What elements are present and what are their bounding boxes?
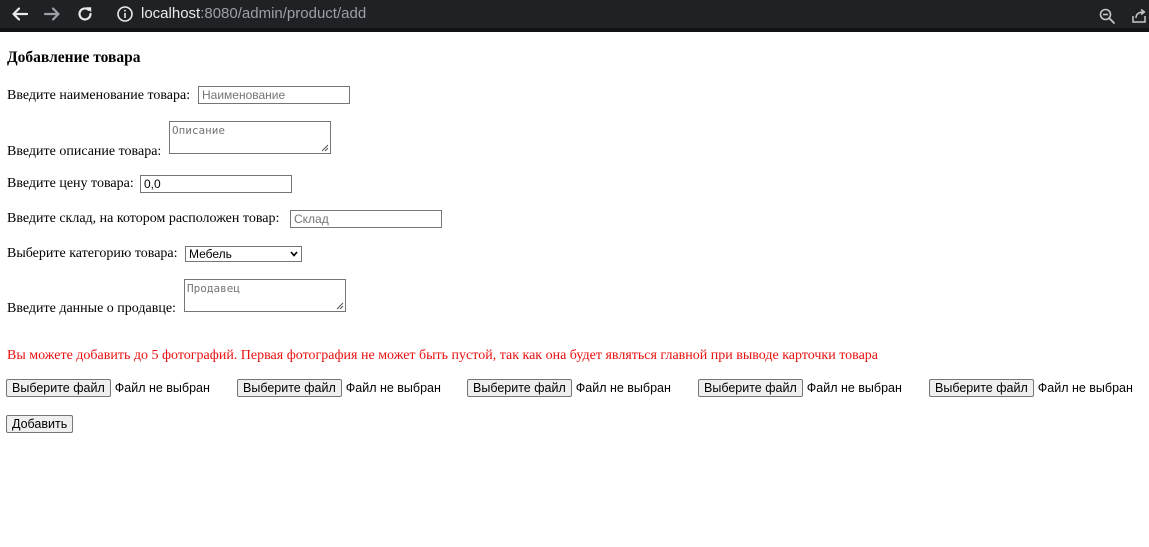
file-input-4[interactable]: Выберите файл Файл не выбран [698, 379, 902, 397]
category-label: Выберите категорию товара: [7, 246, 178, 261]
choose-file-button[interactable]: Выберите файл [237, 379, 342, 397]
warehouse-input[interactable] [290, 210, 442, 228]
price-label: Введите цену товара: [7, 176, 134, 191]
description-label: Введите описание товара: [7, 144, 162, 159]
url-path: :8080/admin/product/add [200, 5, 367, 22]
category-select[interactable]: Мебель [185, 246, 302, 262]
arrow-left-icon [12, 7, 29, 21]
page-content: Добавление товара Введите наименование т… [0, 32, 1149, 547]
file-input-2[interactable]: Выберите файл Файл не выбран [237, 379, 441, 397]
description-textarea[interactable] [169, 121, 331, 154]
choose-file-button[interactable]: Выберите файл [698, 379, 803, 397]
browser-toolbar: localhost:8080/admin/product/add [0, 0, 1149, 28]
seller-label: Введите данные о продавце: [7, 301, 176, 316]
file-input-5[interactable]: Выберите файл Файл не выбран [929, 379, 1133, 397]
url-text[interactable]: localhost:8080/admin/product/add [141, 6, 366, 22]
warehouse-label: Введите склад, на котором расположен тов… [7, 211, 280, 226]
zoom-out-icon [1099, 8, 1115, 24]
file-status: Файл не выбран [1037, 381, 1133, 395]
share-icon [1132, 8, 1146, 23]
file-input-3[interactable]: Выберите файл Файл не выбран [467, 379, 671, 397]
reload-icon [78, 7, 92, 21]
file-status: Файл не выбран [575, 381, 671, 395]
photo-notice: Вы можете добавить до 5 фотографий. Перв… [7, 348, 879, 363]
file-status: Файл не выбран [806, 381, 902, 395]
share-button[interactable] [1127, 4, 1149, 28]
file-status: Файл не выбран [114, 381, 210, 395]
arrow-right-icon [43, 7, 60, 21]
zoom-button[interactable] [1095, 4, 1119, 28]
price-input[interactable] [140, 175, 292, 193]
file-status: Файл не выбран [345, 381, 441, 395]
info-circle-icon[interactable] [116, 5, 134, 23]
file-input-1[interactable]: Выберите файл Файл не выбран [6, 379, 210, 397]
back-button[interactable] [8, 2, 32, 26]
choose-file-button[interactable]: Выберите файл [467, 379, 572, 397]
url-host: localhost [141, 5, 201, 22]
submit-button[interactable]: Добавить [6, 415, 74, 433]
seller-textarea[interactable] [184, 279, 346, 312]
name-input[interactable] [198, 86, 350, 104]
choose-file-button[interactable]: Выберите файл [929, 379, 1034, 397]
choose-file-button[interactable]: Выберите файл [6, 379, 111, 397]
reload-button[interactable] [73, 2, 97, 26]
category-select-value[interactable]: Мебель [185, 246, 302, 262]
forward-button[interactable] [40, 2, 64, 26]
name-label: Введите наименование товара: [7, 88, 191, 103]
page-title: Добавление товара [7, 49, 141, 66]
address-bar[interactable]: localhost:8080/admin/product/add [106, 0, 1149, 28]
resize-grip-icon[interactable] [320, 143, 329, 152]
resize-grip-icon[interactable] [335, 301, 344, 310]
